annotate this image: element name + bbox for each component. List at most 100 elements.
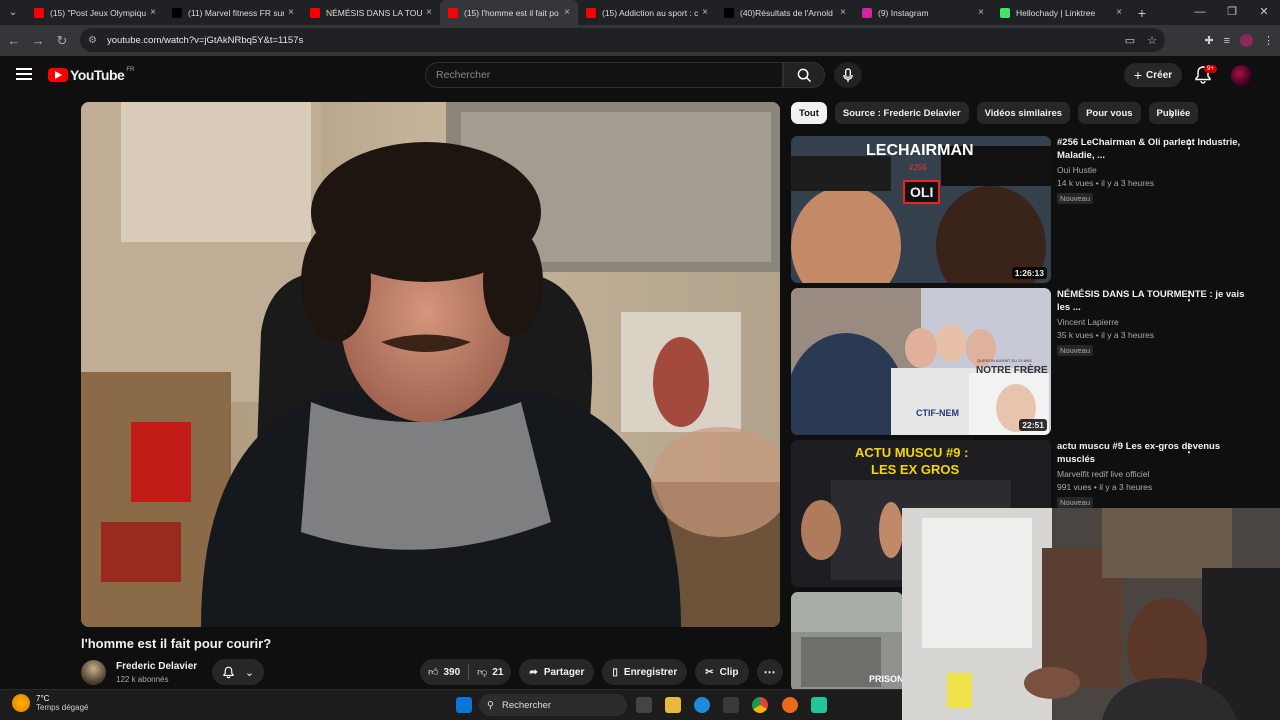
duration-badge: 22:51	[1019, 419, 1047, 431]
save-label: Enregistrer	[623, 666, 678, 678]
filter-chip[interactable]: Pour vous	[1078, 102, 1141, 124]
taskbar-search[interactable]: ⚲ Rechercher	[479, 694, 627, 716]
browser-tab[interactable]: (40)Résultats de l'Arnold ×	[716, 0, 854, 25]
browser-tab[interactable]: (15) "Post Jeux Olympiqu ×	[26, 0, 164, 25]
like-button[interactable]: 👍︎ 390	[420, 666, 468, 679]
more-options-icon[interactable]: ⋮	[1183, 137, 1195, 151]
channel-name[interactable]: Frederic Delavier	[116, 661, 197, 672]
close-window-icon[interactable]: ✕	[1248, 0, 1280, 25]
recommendation-title[interactable]: NÉMÉSIS DANS LA TOURMENTE : je vais les …	[1057, 288, 1247, 314]
browser-tab-bar: ⌄ (15) "Post Jeux Olympiqu × (11) Marvel f…	[0, 0, 1280, 25]
recommendation-thumbnail[interactable]: QUENTIN AURAIT EU 24 ANS NOTRE FRÈRE CTI…	[791, 288, 1051, 435]
close-tab-icon[interactable]: ×	[564, 7, 570, 18]
menu-icon[interactable]	[16, 68, 32, 80]
browser-tab[interactable]: Hellochady | Linktree ×	[992, 0, 1130, 25]
tab-title: Hellochady | Linktree	[1016, 7, 1096, 18]
tab-title: (11) Marvel fitness FR sur	[188, 7, 285, 18]
more-options-icon[interactable]: ⋮	[1183, 441, 1195, 455]
recommendation-thumbnail[interactable]: PRISON	[791, 592, 903, 692]
youtube-header: YouTube FR Rechercher + Créer 9+	[0, 56, 1280, 96]
close-tab-icon[interactable]: ×	[426, 7, 432, 18]
recommendation-channel[interactable]: Vincent Lapierre	[1057, 317, 1247, 327]
filter-chip[interactable]: Vidéos similaires	[976, 102, 1071, 124]
account-avatar[interactable]	[1231, 65, 1252, 86]
browser-tab[interactable]: NÉMÉSIS DANS LA TOURI ×	[302, 0, 440, 25]
browser-tab[interactable]: (15) Addiction au sport : c ×	[578, 0, 716, 25]
browser-tab[interactable]: (11) Marvel fitness FR sur ×	[164, 0, 302, 25]
cast-icon[interactable]: ▭	[1125, 34, 1135, 47]
minimize-icon[interactable]: —	[1184, 0, 1216, 25]
bell-icon	[223, 666, 234, 678]
forward-icon[interactable]: →	[26, 33, 50, 48]
reload-icon[interactable]: ↻	[50, 33, 74, 49]
browser-tab[interactable]: (9) Instagram ×	[854, 0, 992, 25]
close-tab-icon[interactable]: ×	[978, 7, 984, 18]
recommendation-meta: 35 k vues • il y a 3 heures	[1057, 330, 1154, 340]
recommendation-title[interactable]: #256 LeChairman & Oli parlent Industrie,…	[1057, 136, 1247, 162]
tab-title: NÉMÉSIS DANS LA TOURI	[326, 7, 423, 18]
close-tab-icon[interactable]: ×	[702, 7, 708, 18]
recommendation-thumbnail[interactable]: LECHAIRMAN #256 OLI 1:26:13	[791, 136, 1051, 283]
youtube-logo[interactable]: YouTube FR	[48, 67, 134, 83]
chevron-right-icon[interactable]: ›	[1170, 108, 1174, 122]
chrome-icon[interactable]	[752, 697, 768, 713]
recommendation-item[interactable]: QUENTIN AURAIT EU 24 ANS NOTRE FRÈRE CTI…	[791, 288, 1266, 436]
recommendation-channel[interactable]: Marvelfit redif live officiel	[1057, 469, 1247, 479]
task-view-icon[interactable]	[636, 697, 652, 713]
tab-title: (15) Addiction au sport : c	[602, 7, 699, 18]
search-input[interactable]: Rechercher	[425, 62, 783, 88]
weather-widget[interactable]: 7°C Temps dégagé	[12, 694, 88, 712]
video-player[interactable]	[81, 102, 780, 627]
youtube-icon	[34, 7, 44, 18]
thumbnail-tag: OLI	[903, 180, 941, 204]
close-tab-icon[interactable]: ×	[150, 7, 156, 18]
close-tab-icon[interactable]: ×	[288, 7, 294, 18]
recommendation-channel[interactable]: Oui Hustle	[1057, 165, 1247, 175]
youtube-icon	[448, 7, 458, 18]
create-button[interactable]: + Créer	[1124, 63, 1182, 87]
tab-search-icon[interactable]: ⌄	[0, 0, 26, 25]
voice-search-button[interactable]	[834, 62, 862, 88]
temperature: 7°C	[36, 694, 50, 703]
search-icon	[797, 68, 811, 82]
browser-tab[interactable]: (15) l'homme est il fait po ×	[440, 0, 578, 25]
subscription-bell-button[interactable]: ⌄	[212, 659, 264, 685]
recommendation-title[interactable]: actu muscu #9 Les ex-gros devenus musclé…	[1057, 440, 1247, 466]
media-icon[interactable]: ≡	[1224, 35, 1230, 47]
extensions-icon[interactable]: ✚	[1204, 34, 1213, 47]
subscriber-count: 122 k abonnés	[116, 675, 169, 684]
filter-chip[interactable]: Source : Frederic Delavier	[834, 102, 969, 124]
dislike-button[interactable]: 👎︎ 21	[469, 666, 511, 679]
recommendation-item[interactable]: LECHAIRMAN #256 OLI 1:26:13 #256 LeChair…	[791, 136, 1266, 284]
maximize-icon[interactable]: ❐	[1216, 0, 1248, 25]
more-options-icon[interactable]: ⋮	[1183, 289, 1195, 303]
save-button[interactable]: ▯ Enregistrer	[602, 659, 688, 685]
search-button[interactable]	[783, 62, 825, 88]
clip-button[interactable]: ✂ Clip	[695, 659, 749, 685]
profile-icon[interactable]	[1240, 34, 1253, 47]
firefox-icon[interactable]	[782, 697, 798, 713]
thumbnail-title: NOTRE FRÈRE	[976, 365, 1048, 376]
share-button[interactable]: ➦ Partager	[519, 659, 595, 685]
edge-icon[interactable]	[694, 697, 710, 713]
like-dislike-group: 👍︎ 390 👎︎ 21	[420, 659, 512, 685]
url-field[interactable]: ⚙ youtube.com/watch?v=jGtAkNRbq5Y&t=1157…	[80, 28, 1165, 52]
clip-label: Clip	[719, 666, 739, 678]
browser-menu-icon[interactable]: ⋮	[1263, 34, 1274, 47]
filter-chip[interactable]: Tout	[791, 102, 827, 124]
back-icon[interactable]: ←	[2, 33, 26, 48]
logo-text: YouTube	[70, 67, 125, 83]
close-tab-icon[interactable]: ×	[1116, 7, 1122, 18]
new-tab-button[interactable]: +	[1130, 5, 1154, 21]
site-info-icon[interactable]: ⚙	[88, 35, 97, 46]
store-icon[interactable]	[723, 697, 739, 713]
windows-start-icon[interactable]	[456, 697, 472, 713]
file-explorer-icon[interactable]	[665, 697, 681, 713]
bookmark-star-icon[interactable]: ☆	[1147, 34, 1157, 47]
close-tab-icon[interactable]: ×	[840, 7, 846, 18]
thumbnail-number: #256	[909, 163, 927, 172]
channel-avatar[interactable]	[81, 660, 106, 685]
more-actions-icon[interactable]: ⋯	[756, 659, 783, 685]
country-code: FR	[126, 67, 135, 73]
app-icon[interactable]	[811, 697, 827, 713]
